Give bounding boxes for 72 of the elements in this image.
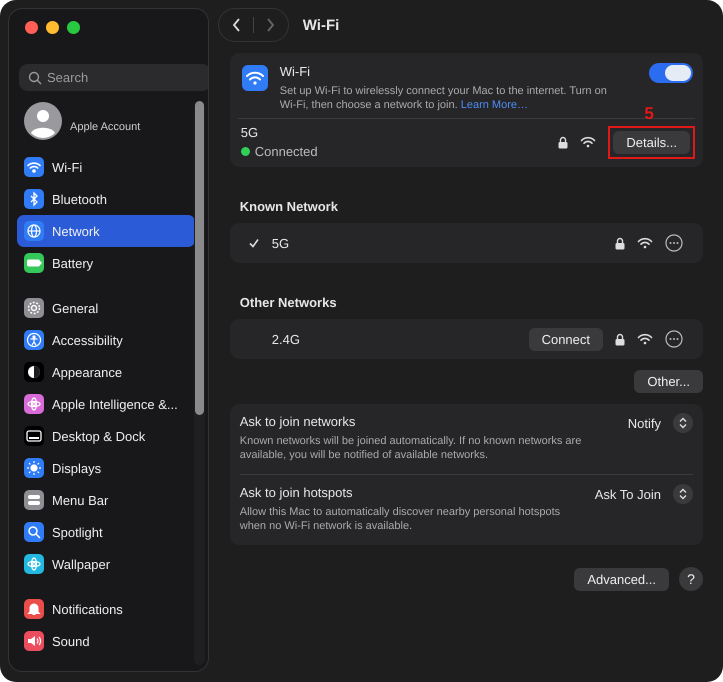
settings-icon (24, 522, 44, 542)
wifi-switch[interactable] (649, 63, 693, 83)
settings-icon (24, 394, 44, 414)
settings-icon (24, 458, 44, 478)
settings-icon (24, 426, 44, 446)
sidebar-item[interactable]: Notifications (17, 593, 195, 625)
learn-more-link[interactable]: Learn More… (460, 99, 528, 111)
popup-menu[interactable]: Notify (628, 413, 693, 433)
sidebar-item[interactable]: General (17, 292, 195, 324)
help-button[interactable]: ? (679, 567, 703, 591)
network-name: 5G (272, 236, 290, 250)
setting-description: Known networks will be joined automatically. If no known networks are available, you will be notified of available networks. (240, 434, 582, 462)
settings-icon (24, 362, 44, 382)
page-title: Wi-Fi (302, 16, 340, 34)
setting-description: Allow this Mac to automatically discover nearby personal hotspots when no Wi-Fi network is available. (240, 505, 562, 533)
search-field[interactable]: Search (19, 64, 208, 91)
more-icon[interactable] (665, 330, 683, 348)
lock-icon (615, 332, 625, 346)
sidebar-item[interactable]: Wi-Fi (17, 151, 195, 183)
settings-icon (24, 253, 44, 273)
popup-menu[interactable]: Ask To Join (594, 484, 693, 504)
wifi-signal-icon (580, 136, 596, 148)
wifi-title: Wi-Fi (280, 64, 310, 79)
settings-icon (24, 599, 44, 619)
lock-icon (615, 236, 625, 250)
sidebar-item[interactable]: Bluetooth (17, 183, 195, 215)
sidebar-item[interactable]: Wallpaper (17, 548, 195, 580)
settings-icon (24, 221, 44, 241)
details-button[interactable]: Details... (613, 130, 690, 154)
sidebar-item[interactable]: Battery (17, 247, 195, 279)
network-name: 2.4G (272, 332, 301, 346)
wifi-icon (242, 65, 268, 91)
annotation-number: 5 (644, 104, 654, 124)
sidebar-item[interactable]: Displays (17, 452, 195, 484)
settings-icon (24, 554, 44, 574)
sidebar-item[interactable]: Sound (17, 625, 195, 657)
lock-icon (558, 136, 568, 148)
chevrons-icon (673, 484, 693, 504)
settings-icon (24, 631, 44, 651)
connect-button[interactable]: Connect (528, 328, 603, 350)
sidebar-item[interactable]: Apple Intelligence &... (17, 388, 195, 420)
wifi-signal-icon (637, 237, 653, 249)
sidebar-item[interactable]: Desktop & Dock (17, 420, 195, 452)
search-icon (28, 71, 42, 85)
wifi-description: Set up Wi-Fi to wirelessly connect your Mac to the internet. Turn on Wi-Fi, then choose a network to join. Learn More… (280, 84, 608, 112)
avatar-icon (24, 102, 62, 140)
chevrons-icon (673, 413, 693, 433)
sidebar-item[interactable]: Spotlight (17, 516, 195, 548)
sidebar-item[interactable]: Appearance (17, 356, 195, 388)
sidebar-item[interactable]: Menu Bar (17, 484, 195, 516)
setting-title: Ask to join networks (240, 414, 356, 429)
network-name: 5G (240, 125, 260, 140)
settings-icon (24, 189, 44, 209)
settings-icon (24, 330, 44, 350)
sidebar-item[interactable]: Network (17, 215, 195, 247)
sidebar-item[interactable]: Accessibility (17, 324, 195, 356)
advanced-button[interactable]: Advanced... (574, 568, 669, 590)
section-heading: Known Network (240, 199, 339, 214)
zoom-button[interactable] (67, 21, 80, 34)
more-icon[interactable] (665, 234, 683, 252)
section-heading: Other Networks (240, 295, 338, 310)
settings-icon (24, 490, 44, 510)
minimize-button[interactable] (46, 21, 59, 34)
other-button[interactable]: Other... (634, 370, 703, 393)
account-label: Apple Account (70, 121, 140, 133)
scrollbar[interactable] (194, 101, 205, 665)
settings-icon (24, 298, 44, 318)
wifi-signal-icon (637, 333, 653, 345)
close-button[interactable] (25, 21, 38, 34)
settings-icon (24, 157, 44, 177)
setting-title: Ask to join hotspots (240, 485, 352, 500)
status-text: Connected (254, 144, 318, 159)
